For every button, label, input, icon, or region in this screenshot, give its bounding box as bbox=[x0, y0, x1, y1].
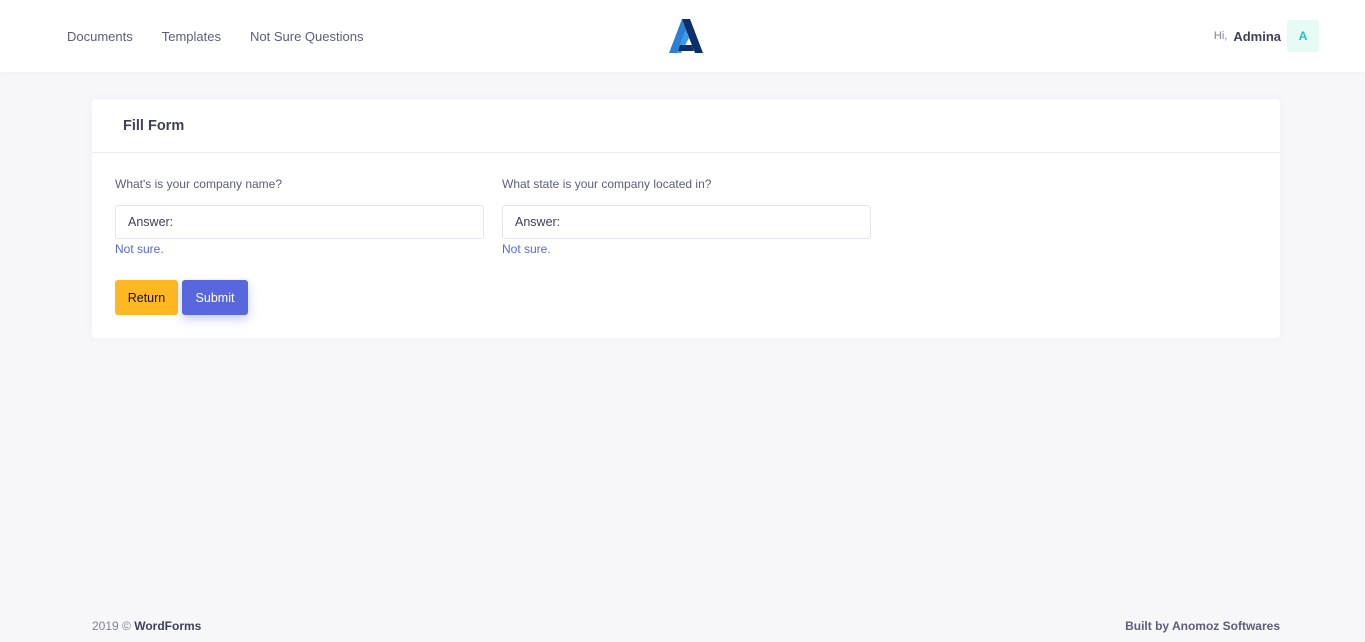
card-title: Fill Form bbox=[123, 117, 185, 134]
nav-item-not-sure-questions[interactable]: Not Sure Questions bbox=[250, 29, 363, 44]
footer-copyright: 2019 © WordForms bbox=[92, 619, 201, 633]
nav-item-documents[interactable]: Documents bbox=[67, 29, 133, 44]
avatar[interactable]: A bbox=[1287, 20, 1319, 52]
user-greeting: Hi, bbox=[1213, 30, 1228, 42]
card-header: Fill Form bbox=[92, 99, 1280, 153]
nav-item-templates[interactable]: Templates bbox=[162, 29, 221, 44]
company-state-not-sure-link[interactable]: Not sure. bbox=[502, 242, 871, 256]
company-state-field: What state is your company located in? N… bbox=[502, 177, 871, 256]
brand-logo-a-icon[interactable] bbox=[668, 18, 704, 54]
company-name-input[interactable] bbox=[115, 205, 484, 239]
fill-form-card: Fill Form What's is your company name? N… bbox=[92, 99, 1280, 338]
company-state-label: What state is your company located in? bbox=[502, 177, 712, 191]
company-name-label: What's is your company name? bbox=[115, 177, 283, 191]
company-name-field: What's is your company name? Not sure. bbox=[115, 177, 484, 256]
footer-built-by-link[interactable]: Built by Anomoz Softwares bbox=[1125, 619, 1280, 633]
company-state-input[interactable] bbox=[502, 205, 871, 239]
user-name: Admina bbox=[1233, 28, 1281, 44]
top-header: Documents Templates Not Sure Questions H… bbox=[0, 0, 1365, 72]
user-menu[interactable]: Hi, Admina A bbox=[1214, 20, 1319, 52]
footer-brand-link[interactable]: WordForms bbox=[134, 619, 201, 633]
return-button[interactable]: Return bbox=[115, 280, 178, 315]
footer-year: 2019 © bbox=[92, 619, 131, 633]
company-name-not-sure-link[interactable]: Not sure. bbox=[115, 242, 484, 256]
submit-button[interactable]: Submit bbox=[182, 280, 248, 315]
main-nav: Documents Templates Not Sure Questions bbox=[67, 0, 392, 72]
